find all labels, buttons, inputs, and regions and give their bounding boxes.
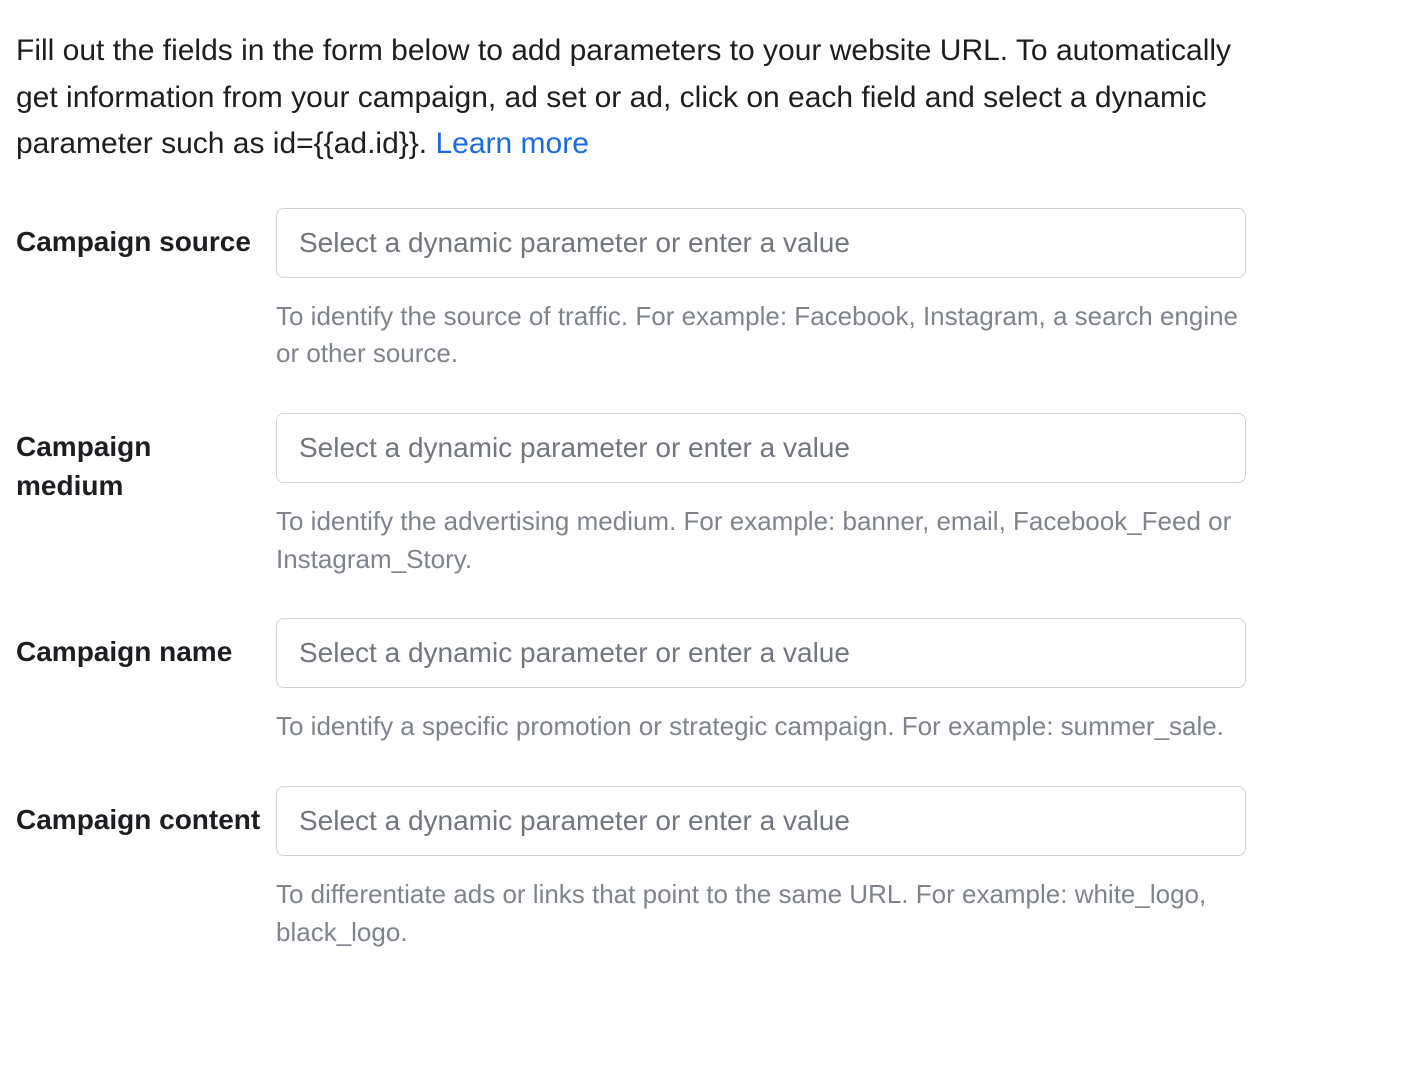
campaign-medium-help: To identify the advertising medium. For … [276, 503, 1246, 578]
campaign-content-label: Campaign content [16, 800, 264, 839]
label-col: Campaign content [16, 786, 276, 839]
field-col: To differentiate ads or links that point… [276, 786, 1246, 951]
label-col: Campaign source [16, 208, 276, 261]
campaign-content-input[interactable] [277, 787, 1245, 855]
row-campaign-content: Campaign content To differentiate ads or… [16, 786, 1402, 951]
row-campaign-source: Campaign source To identify the source o… [16, 208, 1402, 373]
campaign-name-help: To identify a specific promotion or stra… [276, 708, 1246, 746]
learn-more-link[interactable]: Learn more [435, 127, 588, 160]
campaign-content-input-wrap [276, 786, 1246, 856]
intro-text: Fill out the fields in the form below to… [16, 34, 1231, 160]
campaign-name-input[interactable] [277, 619, 1245, 687]
field-col: To identify the advertising medium. For … [276, 413, 1246, 578]
campaign-name-input-wrap [276, 618, 1246, 688]
field-col: To identify the source of traffic. For e… [276, 208, 1246, 373]
campaign-name-label: Campaign name [16, 632, 264, 671]
intro-paragraph: Fill out the fields in the form below to… [16, 28, 1246, 168]
campaign-medium-input[interactable] [277, 414, 1245, 482]
row-campaign-medium: Campaign medium To identify the advertis… [16, 413, 1402, 578]
campaign-source-label: Campaign source [16, 222, 264, 261]
campaign-medium-label: Campaign medium [16, 427, 264, 505]
row-campaign-name: Campaign name To identify a specific pro… [16, 618, 1402, 746]
campaign-source-help: To identify the source of traffic. For e… [276, 298, 1246, 373]
label-col: Campaign medium [16, 413, 276, 505]
field-col: To identify a specific promotion or stra… [276, 618, 1246, 746]
campaign-content-help: To differentiate ads or links that point… [276, 876, 1246, 951]
campaign-source-input-wrap [276, 208, 1246, 278]
url-parameters-form: Fill out the fields in the form below to… [0, 0, 1418, 991]
campaign-source-input[interactable] [277, 209, 1245, 277]
label-col: Campaign name [16, 618, 276, 671]
campaign-medium-input-wrap [276, 413, 1246, 483]
